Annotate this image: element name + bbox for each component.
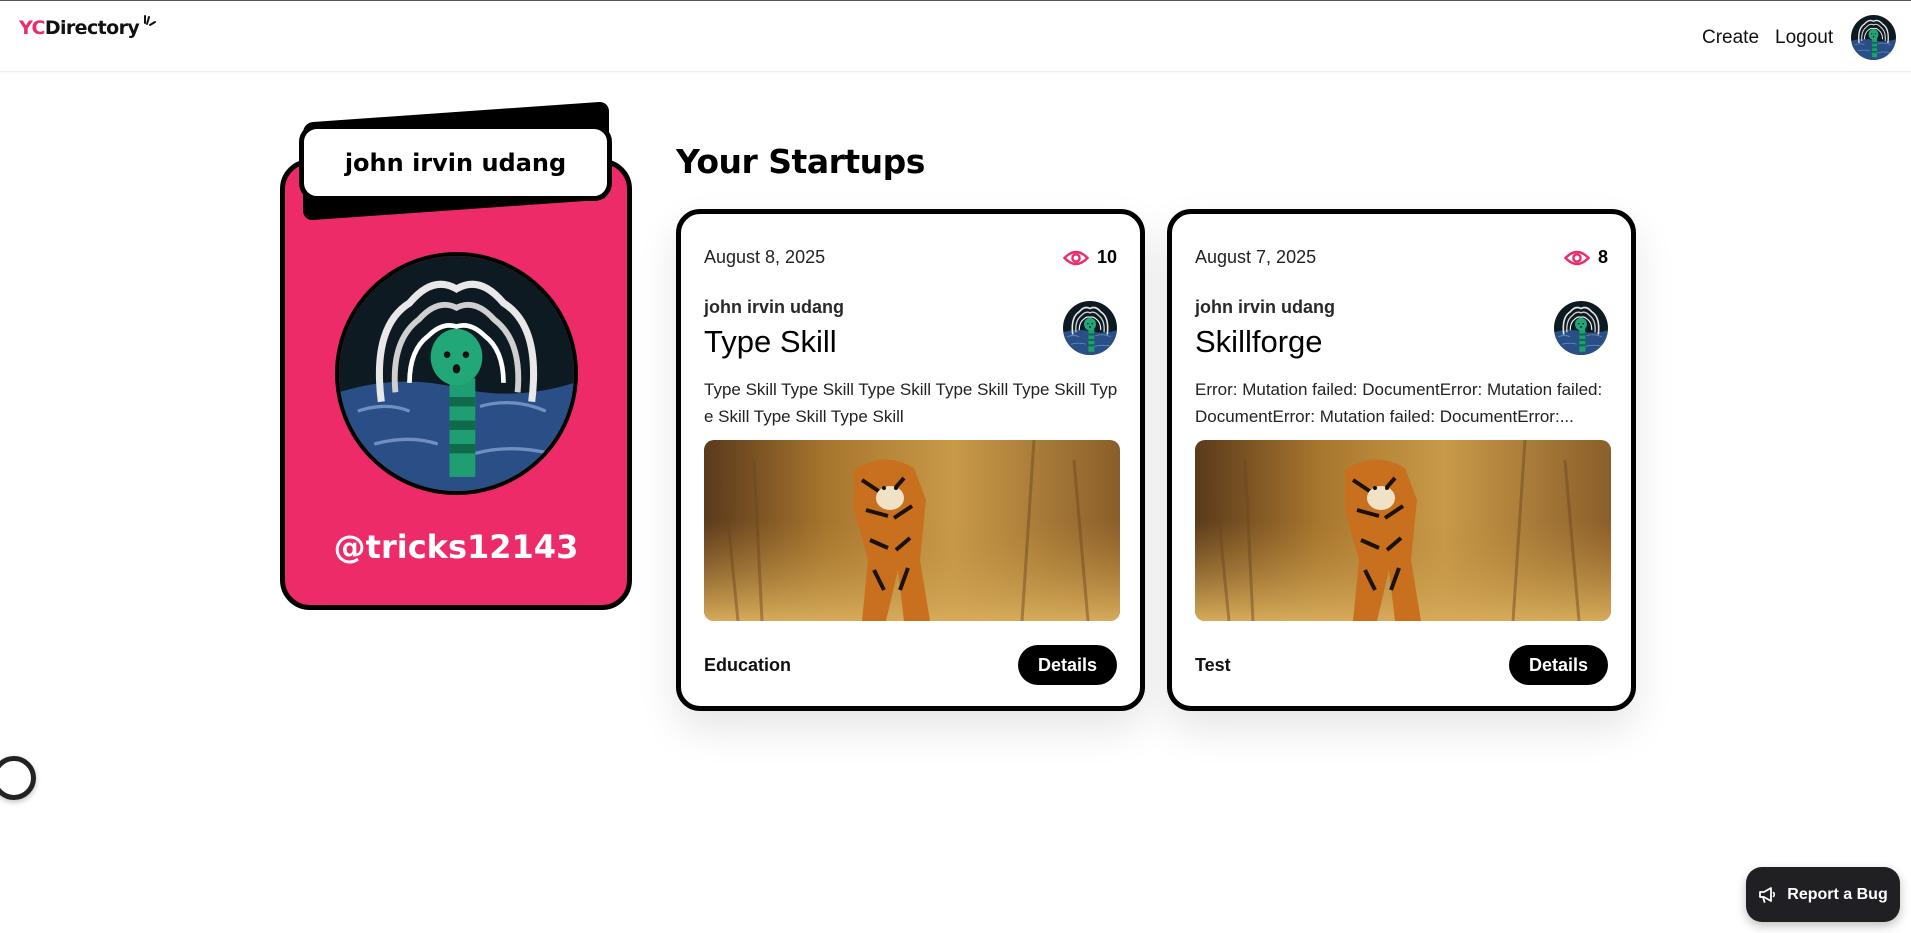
details-button[interactable]: Details xyxy=(1509,645,1608,685)
megaphone-icon xyxy=(1759,886,1776,903)
card-image[interactable] xyxy=(704,440,1120,621)
eye-icon xyxy=(1062,250,1089,265)
profile-name: john irvin udang xyxy=(299,124,612,201)
card-category[interactable]: Education xyxy=(704,655,791,676)
card-title[interactable]: Skillforge xyxy=(1195,324,1323,360)
nav-create-link[interactable]: Create xyxy=(1702,27,1759,49)
card-author[interactable]: john irvin udang xyxy=(704,297,844,318)
card-views: 8 xyxy=(1563,247,1608,268)
profile-handle: @tricks12143 xyxy=(333,528,579,566)
card-author-avatar[interactable] xyxy=(1554,301,1608,355)
card-description: Error: Mutation failed: DocumentError: M… xyxy=(1195,380,1603,426)
nav-user-avatar[interactable] xyxy=(1851,15,1896,60)
nav-logout-button[interactable]: Logout xyxy=(1775,27,1833,49)
card-views: 10 xyxy=(1062,247,1117,268)
card-date: August 8, 2025 xyxy=(704,247,826,267)
logo-yc: YC xyxy=(19,17,45,39)
card-description: Type Skill Type Skill Type Skill Type Sk… xyxy=(704,380,1118,426)
floating-circle-button[interactable] xyxy=(0,756,36,800)
logo-directory: Directory xyxy=(44,17,140,39)
section-title: Your Startups xyxy=(676,142,925,181)
startup-card: August 8, 2025 10 john irvin udang Type … xyxy=(676,209,1145,711)
card-image[interactable] xyxy=(1195,440,1611,621)
profile-avatar xyxy=(335,252,578,495)
report-bug-label: Report a Bug xyxy=(1787,885,1888,903)
eye-icon xyxy=(1563,250,1590,265)
card-author[interactable]: john irvin udang xyxy=(1195,297,1335,318)
card-author-avatar[interactable] xyxy=(1063,301,1117,355)
card-title[interactable]: Type Skill xyxy=(704,324,837,360)
spark-icon xyxy=(144,15,157,26)
details-button[interactable]: Details xyxy=(1018,645,1117,685)
card-views-count: 8 xyxy=(1597,247,1608,267)
navbar: YC Directory Create Logout xyxy=(0,0,1911,72)
card-date: August 7, 2025 xyxy=(1195,247,1317,267)
report-bug-button[interactable]: Report a Bug xyxy=(1746,867,1900,922)
card-views-count: 10 xyxy=(1096,247,1117,267)
startup-card: August 7, 2025 8 john irvin udang Skillf… xyxy=(1167,209,1636,711)
logo[interactable]: YC Directory xyxy=(19,15,157,39)
card-category[interactable]: Test xyxy=(1195,655,1231,676)
